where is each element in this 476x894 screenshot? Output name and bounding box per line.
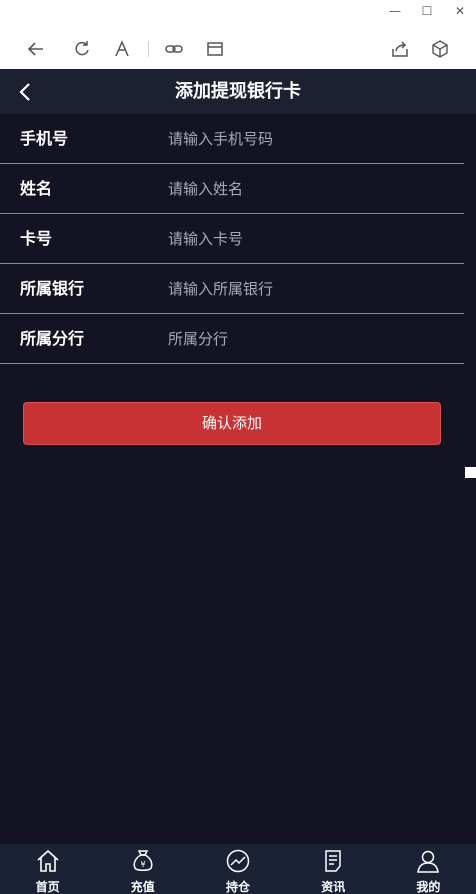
window-icon[interactable] bbox=[203, 37, 227, 61]
money-bag-icon: ¥ bbox=[133, 850, 153, 871]
link-icon[interactable] bbox=[162, 37, 186, 61]
nav-item-mine[interactable]: 我的 bbox=[381, 844, 476, 894]
share-icon[interactable] bbox=[388, 37, 412, 61]
name-input[interactable] bbox=[168, 176, 448, 202]
minimize-button[interactable]: — bbox=[386, 2, 404, 20]
nav-label-mine: 我的 bbox=[416, 880, 441, 894]
browser-chrome: — ☐ ✕ bbox=[0, 0, 476, 69]
svg-text:¥: ¥ bbox=[140, 860, 145, 869]
name-label: 姓名 bbox=[20, 179, 53, 198]
news-icon bbox=[325, 850, 341, 872]
card-number-row: 卡号 bbox=[0, 214, 464, 264]
branch-input[interactable] bbox=[168, 326, 448, 352]
home-icon bbox=[37, 849, 59, 872]
toolbar-separator bbox=[148, 41, 149, 57]
maximize-button[interactable]: ☐ bbox=[418, 2, 436, 20]
cube-icon[interactable] bbox=[428, 37, 452, 61]
card-number-label: 卡号 bbox=[20, 229, 53, 248]
nav-label-news: 资讯 bbox=[321, 880, 346, 894]
phone-row: 手机号 bbox=[0, 114, 464, 164]
bank-label: 所属银行 bbox=[20, 279, 85, 298]
nav-item-news[interactable]: 资讯 bbox=[286, 844, 381, 894]
branch-label: 所属分行 bbox=[20, 329, 85, 348]
nav-label-positions: 持仓 bbox=[226, 880, 251, 894]
bank-row: 所属银行 bbox=[0, 264, 464, 314]
nav-label-recharge: 充值 bbox=[130, 880, 155, 894]
phone-label: 手机号 bbox=[20, 129, 69, 148]
chart-trend-icon bbox=[226, 849, 250, 873]
card-number-input[interactable] bbox=[168, 226, 448, 252]
font-size-icon[interactable] bbox=[110, 37, 134, 61]
confirm-add-button[interactable]: 确认添加 bbox=[23, 402, 441, 445]
page-title: 添加提现银行卡 bbox=[175, 81, 301, 102]
nav-label-home: 首页 bbox=[35, 880, 60, 894]
page-header: 添加提现银行卡 bbox=[0, 69, 476, 114]
phone-input[interactable] bbox=[168, 126, 448, 152]
branch-row: 所属分行 bbox=[0, 314, 464, 364]
refresh-icon[interactable] bbox=[70, 37, 94, 61]
name-row: 姓名 bbox=[0, 164, 464, 214]
back-arrow-icon[interactable] bbox=[24, 37, 48, 61]
scrollbar-thumb[interactable] bbox=[465, 467, 476, 478]
bottom-nav: 首页 ¥ 充值 持仓 资讯 我的 bbox=[0, 844, 476, 894]
close-window-button[interactable]: ✕ bbox=[451, 2, 469, 20]
nav-item-home[interactable]: 首页 bbox=[0, 844, 95, 894]
user-icon bbox=[417, 850, 440, 873]
nav-item-positions[interactable]: 持仓 bbox=[190, 844, 285, 894]
bank-input[interactable] bbox=[168, 276, 448, 302]
bank-card-form: 手机号 姓名 卡号 所属银行 所属分行 bbox=[0, 114, 476, 364]
nav-item-recharge[interactable]: ¥ 充值 bbox=[95, 844, 190, 894]
